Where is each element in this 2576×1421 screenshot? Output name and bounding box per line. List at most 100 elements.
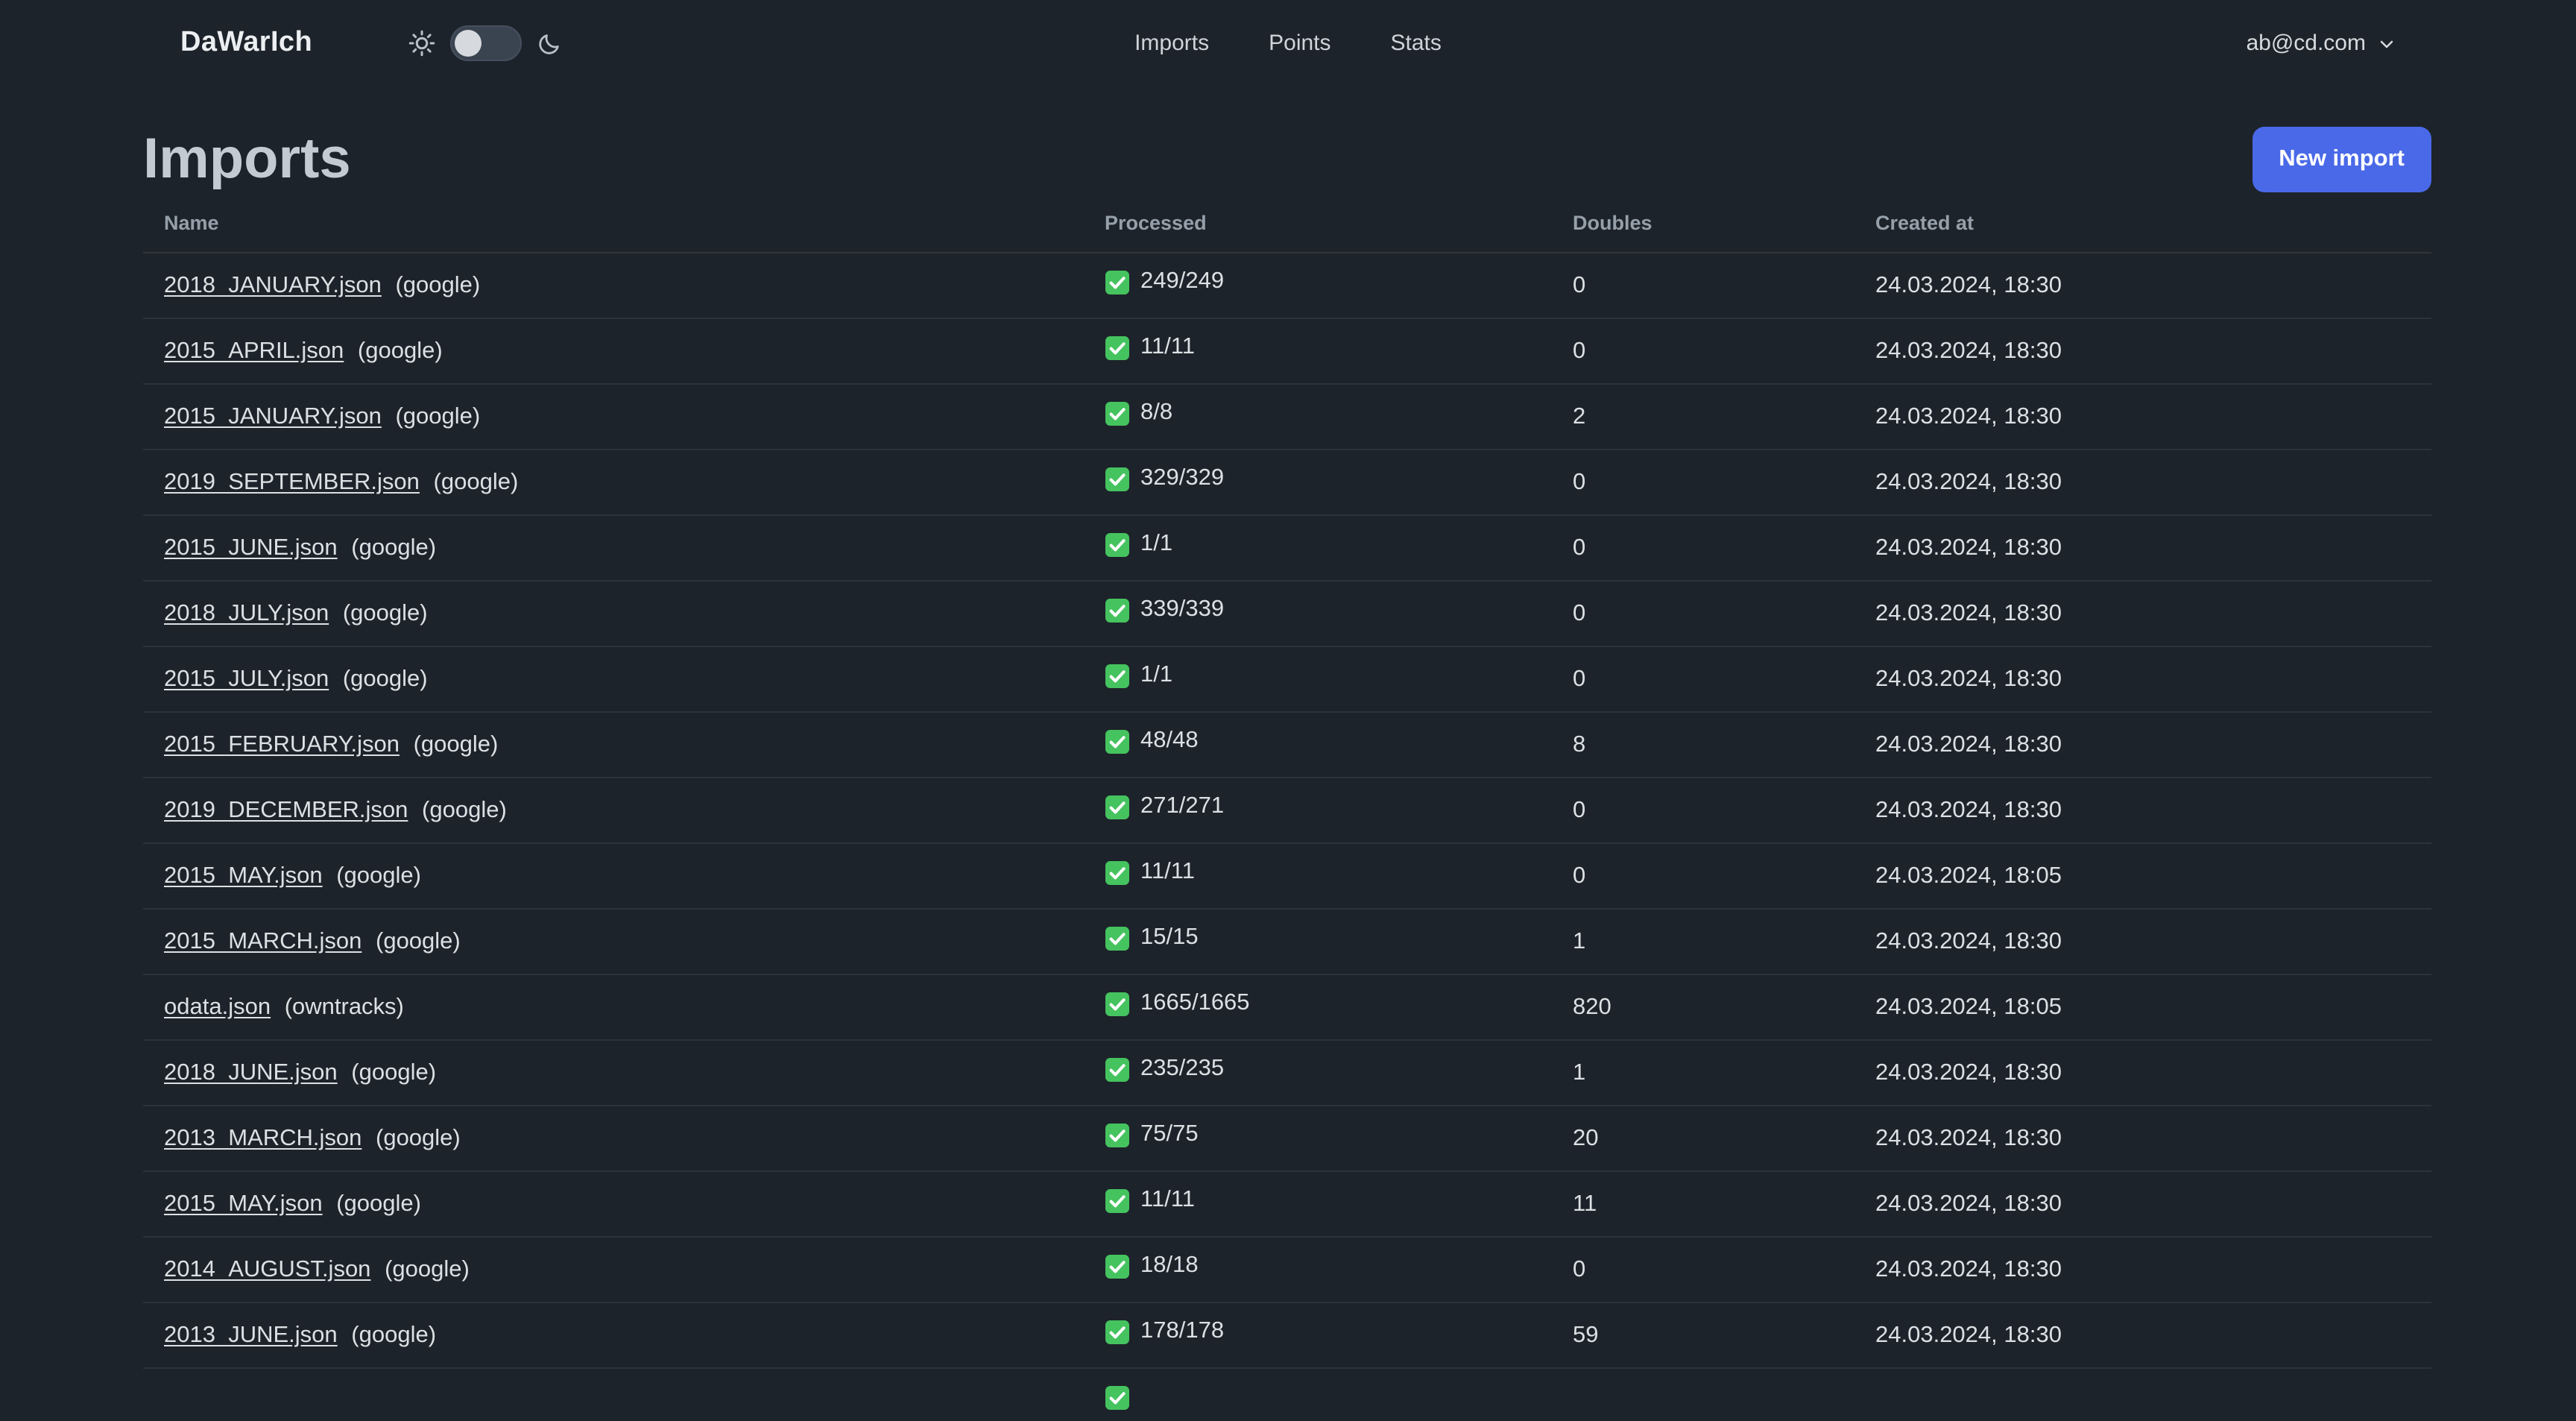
import-source-label: (google)	[376, 1125, 461, 1150]
created-at	[1875, 1368, 2431, 1421]
created-at: 24.03.2024, 18:30	[1875, 1171, 2431, 1238]
import-source-label: (google)	[395, 272, 481, 297]
check-badge-icon	[1105, 270, 1130, 295]
check-badge-icon	[1105, 1320, 1130, 1345]
import-file-link[interactable]: 2015_JANUARY.json	[164, 403, 382, 429]
processed-count: 271/271	[1140, 793, 1225, 819]
created-at: 24.03.2024, 18:30	[1875, 778, 2431, 844]
processed-count: 11/11	[1140, 859, 1195, 885]
doubles-count: 2	[1573, 384, 1875, 450]
import-file-link[interactable]: 2018_JUNE.json	[164, 1059, 338, 1085]
doubles-count: 59	[1573, 1302, 1875, 1369]
import-file-link[interactable]: 2015_MAY.json	[164, 863, 323, 888]
import-file-link[interactable]: 2019_DECEMBER.json	[164, 797, 408, 822]
processed-count: 235/235	[1140, 1056, 1225, 1082]
new-import-button[interactable]: New import	[2252, 127, 2431, 192]
import-file-link[interactable]: 2013_MARCH.json	[164, 1125, 362, 1150]
doubles-count: 0	[1573, 515, 1875, 582]
import-source-label: (google)	[413, 731, 499, 757]
table-row: 2015_MAY.json (google) 11/11 0 24.03.202…	[143, 843, 2431, 910]
import-source-label: (google)	[336, 863, 421, 888]
processed-count: 1665/1665	[1140, 990, 1250, 1016]
check-badge-icon	[1105, 926, 1130, 951]
doubles-count	[1573, 1368, 1875, 1421]
import-source-label: (google)	[351, 1322, 437, 1347]
table-row: 2015_APRIL.json (google) 11/11 0 24.03.2…	[143, 318, 2431, 385]
table-row: 2015_FEBRUARY.json (google) 48/48 8 24.0…	[143, 712, 2431, 778]
check-badge-icon	[1105, 467, 1130, 492]
check-badge-icon	[1105, 532, 1130, 558]
table-row: 2019_DECEMBER.json (google) 271/271 0 24…	[143, 778, 2431, 844]
import-source-label: (google)	[433, 469, 519, 494]
doubles-count: 0	[1573, 450, 1875, 516]
import-file-link[interactable]: 2014_AUGUST.json	[164, 1256, 370, 1282]
check-badge-icon	[1105, 1057, 1130, 1083]
import-source-label: (google)	[395, 403, 481, 429]
user-email: ab@cd.com	[2246, 31, 2366, 56]
import-file-link[interactable]: 2015_MARCH.json	[164, 928, 362, 954]
table-row: 2013_JUNE.json (google) 178/178 59 24.03…	[143, 1302, 2431, 1369]
chevron-down-icon	[2378, 34, 2396, 52]
processed-count: 329/329	[1140, 465, 1225, 491]
processed-count: 11/11	[1140, 334, 1195, 360]
table-row: odata.json (owntracks) 1665/1665 820 24.…	[143, 974, 2431, 1041]
created-at: 24.03.2024, 18:30	[1875, 909, 2431, 975]
import-file-link[interactable]: odata.json	[164, 994, 271, 1019]
created-at: 24.03.2024, 18:30	[1875, 384, 2431, 450]
created-at: 24.03.2024, 18:30	[1875, 318, 2431, 385]
page-header: Imports New import	[143, 124, 2431, 195]
processed-count: 48/48	[1140, 728, 1199, 754]
nav-link-imports[interactable]: Imports	[1134, 31, 1209, 56]
doubles-count: 0	[1573, 646, 1875, 713]
table-header: Name Processed Doubles Created at	[143, 203, 2431, 253]
check-badge-icon	[1105, 664, 1130, 689]
import-source-label: (owntracks)	[284, 994, 404, 1019]
doubles-count: 0	[1573, 253, 1875, 319]
moon-icon	[537, 31, 562, 56]
app-root: DaWarIch Imports Points Stats ab@cd.com …	[0, 0, 2576, 1421]
doubles-count: 0	[1573, 778, 1875, 844]
user-menu[interactable]: ab@cd.com	[2246, 31, 2396, 56]
nav-link-points[interactable]: Points	[1269, 31, 1330, 56]
check-badge-icon	[1105, 1123, 1130, 1148]
import-file-link[interactable]: 2018_JANUARY.json	[164, 272, 382, 297]
doubles-count: 1	[1573, 909, 1875, 975]
main-nav: Imports Points Stats	[1134, 31, 1442, 56]
created-at: 24.03.2024, 18:30	[1875, 450, 2431, 516]
created-at: 24.03.2024, 18:30	[1875, 1106, 2431, 1172]
import-file-link[interactable]: 2015_JULY.json	[164, 666, 329, 691]
nav-link-stats[interactable]: Stats	[1391, 31, 1442, 56]
column-header-created-at: Created at	[1875, 203, 2431, 253]
check-badge-icon	[1105, 335, 1130, 361]
created-at: 24.03.2024, 18:30	[1875, 515, 2431, 582]
import-source-label: (google)	[342, 666, 428, 691]
import-file-link[interactable]: 2015_APRIL.json	[164, 338, 344, 363]
check-badge-icon	[1105, 795, 1130, 820]
doubles-count: 0	[1573, 1237, 1875, 1303]
table-row: 2018_JUNE.json (google) 235/235 1 24.03.…	[143, 1040, 2431, 1106]
import-source-label: (google)	[351, 1059, 437, 1085]
app-logo[interactable]: DaWarIch	[180, 27, 312, 60]
check-badge-icon	[1105, 860, 1130, 886]
theme-toggle-switch[interactable]	[450, 25, 522, 61]
created-at: 24.03.2024, 18:30	[1875, 253, 2431, 319]
import-file-link[interactable]: 2018_JULY.json	[164, 600, 329, 626]
created-at: 24.03.2024, 18:30	[1875, 712, 2431, 778]
doubles-count: 20	[1573, 1106, 1875, 1172]
import-file-link[interactable]: 2015_MAY.json	[164, 1191, 323, 1216]
doubles-count: 1	[1573, 1040, 1875, 1106]
processed-count: 11/11	[1140, 1187, 1195, 1213]
check-badge-icon	[1105, 729, 1130, 754]
check-badge-icon	[1105, 1384, 1130, 1410]
doubles-count: 0	[1573, 843, 1875, 910]
import-file-link[interactable]: 2013_JUNE.json	[164, 1322, 338, 1347]
check-badge-icon	[1105, 992, 1130, 1017]
processed-count: 75/75	[1140, 1121, 1199, 1147]
import-source-label: (google)	[422, 797, 507, 822]
import-file-link[interactable]: 2015_FEBRUARY.json	[164, 731, 400, 757]
import-file-link[interactable]: 2019_SEPTEMBER.json	[164, 469, 420, 494]
table-row: 2015_JUNE.json (google) 1/1 0 24.03.2024…	[143, 515, 2431, 582]
check-badge-icon	[1105, 1188, 1130, 1214]
import-file-link[interactable]: 2015_JUNE.json	[164, 535, 338, 560]
doubles-count: 11	[1573, 1171, 1875, 1238]
